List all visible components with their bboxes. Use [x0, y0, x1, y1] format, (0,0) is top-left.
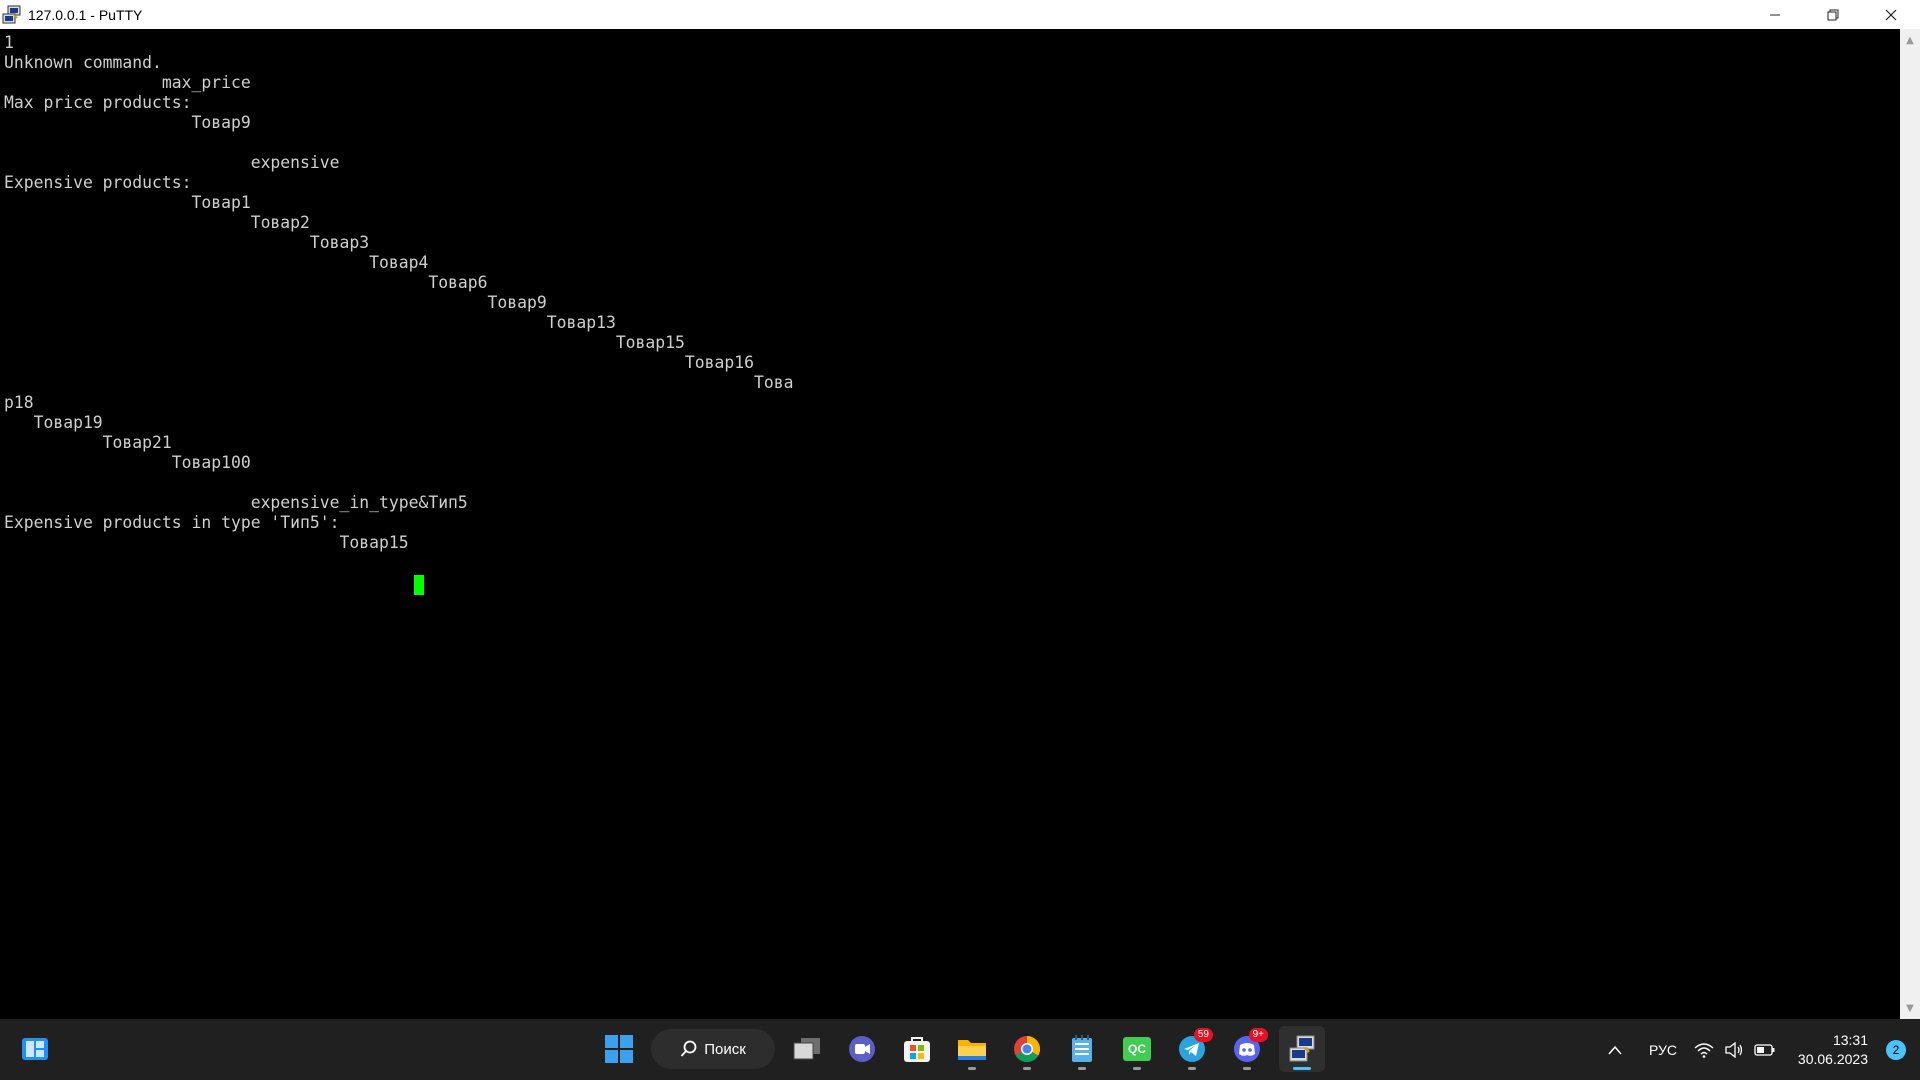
battery-icon[interactable]	[1752, 1019, 1778, 1080]
tray-overflow-button[interactable]	[1600, 1019, 1630, 1080]
scroll-up-arrow-icon[interactable]: ▲	[1900, 31, 1920, 49]
active-indicator	[1293, 1067, 1311, 1070]
file-explorer-button[interactable]	[949, 1026, 995, 1072]
terminal-line: р18	[4, 393, 34, 412]
clock-time: 13:31	[1832, 1032, 1868, 1048]
wifi-icon[interactable]	[1692, 1019, 1716, 1080]
chrome-icon	[1014, 1035, 1041, 1063]
terminal-line: max_price	[4, 73, 251, 92]
qt-creator-icon: QC	[1123, 1037, 1151, 1061]
terminal-line: Unknown command.	[4, 53, 162, 72]
minimize-icon	[1770, 14, 1780, 15]
chevron-up-icon	[1608, 1045, 1622, 1054]
terminal-line: Товар13	[4, 313, 616, 332]
folder-icon	[958, 1040, 986, 1060]
terminal-line: Товар16	[4, 353, 754, 372]
terminal-line: expensive_in_type&Тип5	[4, 493, 468, 512]
putty-button[interactable]	[1279, 1026, 1325, 1072]
window-controls	[1746, 0, 1920, 29]
qt-creator-label: QC	[1128, 1042, 1146, 1056]
terminal-line: Товар15	[4, 333, 685, 352]
task-view-button[interactable]	[784, 1026, 830, 1072]
running-indicator	[1078, 1067, 1086, 1070]
running-indicator	[1243, 1067, 1251, 1070]
chat-button[interactable]	[839, 1026, 885, 1072]
terminal-line: Товар4	[4, 253, 429, 272]
task-view-icon	[793, 1038, 820, 1060]
close-icon	[1885, 9, 1897, 20]
running-indicator	[1133, 1067, 1141, 1070]
restore-button[interactable]	[1804, 0, 1862, 29]
restore-icon	[1827, 9, 1839, 20]
language-indicator[interactable]: РУС	[1640, 1019, 1686, 1080]
widgets-icon	[22, 1038, 48, 1060]
terminal-line: Expensive products:	[4, 173, 192, 192]
notepad-button[interactable]	[1059, 1026, 1105, 1072]
qt-creator-button[interactable]: QC	[1114, 1026, 1160, 1072]
discord-badge: 9+	[1248, 1028, 1268, 1042]
volume-icon[interactable]	[1722, 1019, 1746, 1080]
terminal-line: Товар19	[4, 413, 103, 432]
search-icon	[681, 1040, 697, 1057]
taskbar: Поиск QC 59 9+ РУС 13:31 30.06.2023 2	[0, 1019, 1920, 1080]
putty-icon	[1289, 1035, 1315, 1062]
search-button[interactable]: Поиск	[651, 1029, 775, 1069]
notepad-icon	[1072, 1035, 1092, 1062]
minimize-button[interactable]	[1746, 0, 1804, 29]
terminal-line: Товар6	[4, 273, 488, 292]
terminal-line: Това	[4, 373, 794, 392]
terminal-line: Товар15	[4, 533, 409, 552]
window-title: 127.0.0.1 - PuTTY	[28, 6, 143, 23]
terminal-line: Товар2	[4, 213, 310, 232]
terminal-line: Товар3	[4, 233, 370, 252]
store-icon	[904, 1037, 930, 1062]
running-indicator	[1188, 1067, 1196, 1070]
terminal-output[interactable]: 1 Unknown command. max_price Max price p…	[0, 29, 1900, 1019]
terminal-line: Товар9	[4, 293, 547, 312]
terminal-line: Товар1	[4, 193, 251, 212]
chat-icon	[849, 1036, 875, 1062]
running-indicator	[968, 1067, 976, 1070]
scroll-down-arrow-icon[interactable]: ▼	[1900, 999, 1920, 1017]
chrome-button[interactable]	[1004, 1026, 1050, 1072]
terminal-line: Max price products:	[4, 93, 192, 112]
terminal-line: Товар9	[4, 113, 251, 132]
terminal-line: 1	[4, 33, 14, 52]
search-label: Поиск	[704, 1040, 746, 1058]
terminal-line: Товар21	[4, 433, 172, 452]
running-indicator	[1023, 1067, 1031, 1070]
terminal-line: expensive	[4, 153, 340, 172]
telegram-badge: 59	[1193, 1028, 1213, 1042]
close-button[interactable]	[1862, 0, 1920, 29]
terminal-line: Expensive products in type 'Тип5':	[4, 513, 340, 532]
windows-start-icon	[605, 1035, 633, 1063]
notification-count-badge[interactable]: 2	[1886, 1040, 1906, 1060]
clock[interactable]: 13:31 30.06.2023	[1798, 1031, 1868, 1069]
widgets-button[interactable]	[12, 1026, 58, 1072]
clock-date: 30.06.2023	[1797, 1051, 1868, 1067]
terminal-cursor	[414, 575, 424, 595]
store-button[interactable]	[894, 1026, 940, 1072]
discord-button[interactable]: 9+	[1224, 1026, 1270, 1072]
putty-icon	[2, 5, 22, 25]
start-button[interactable]	[596, 1026, 642, 1072]
window-titlebar[interactable]: 127.0.0.1 - PuTTY	[0, 0, 1920, 29]
terminal-scrollbar[interactable]: ▲ ▼	[1900, 29, 1920, 1019]
telegram-button[interactable]: 59	[1169, 1026, 1215, 1072]
terminal-line: Товар100	[4, 453, 251, 472]
